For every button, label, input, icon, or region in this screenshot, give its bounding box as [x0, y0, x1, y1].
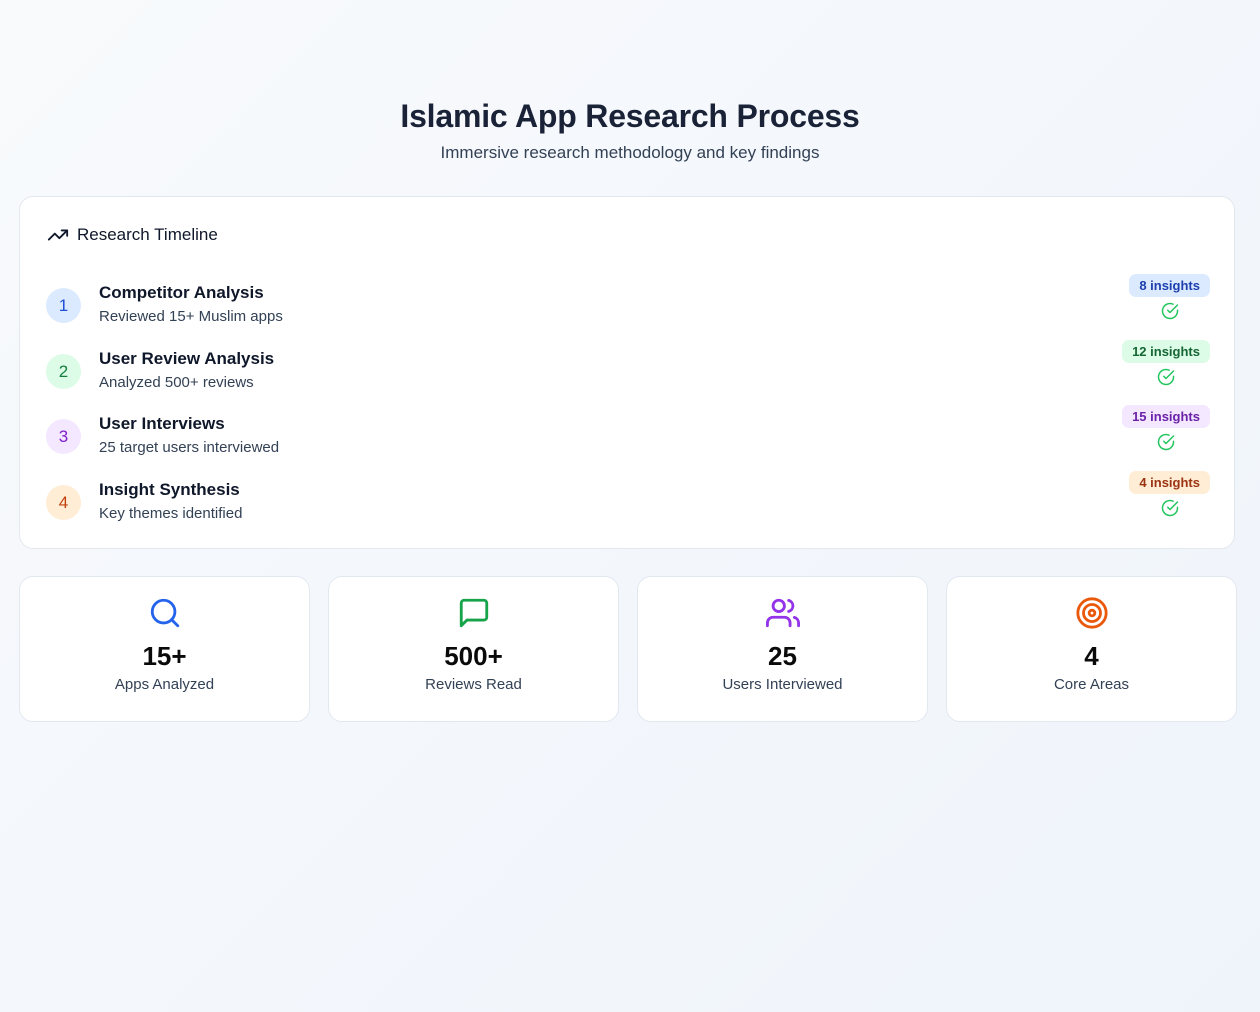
step-description: 25 target users interviewed — [99, 439, 280, 456]
timeline-step-competitor-analysis[interactable]: 1 Competitor Analysis Reviewed 15+ Musli… — [20, 274, 1236, 338]
step-description: Key themes identified — [99, 505, 243, 522]
users-icon — [765, 598, 800, 628]
timeline-step-user-interviews[interactable]: 3 User Interviews 25 target users interv… — [20, 405, 1236, 469]
page-header: Islamic App Research Process Immersive r… — [0, 96, 1260, 164]
timeline-step-user-review-analysis[interactable]: 2 User Review Analysis Analyzed 500+ rev… — [20, 340, 1236, 404]
page: Islamic App Research Process Immersive r… — [0, 0, 1260, 1012]
check-circle-icon — [1161, 302, 1178, 320]
message-square-icon — [459, 598, 488, 628]
step-status: 4 insights — [1129, 471, 1210, 517]
insights-badge: 8 insights — [1129, 274, 1210, 297]
step-title: Competitor Analysis — [99, 283, 264, 302]
step-number: 4 — [46, 485, 81, 520]
step-status: 15 insights — [1122, 405, 1210, 451]
stat-label: Core Areas — [1053, 676, 1130, 693]
stat-card-users-interviewed[interactable]: 25 Users Interviewed — [637, 576, 928, 722]
step-number: 2 — [46, 354, 81, 389]
insights-badge: 4 insights — [1129, 471, 1210, 494]
target-icon — [1075, 597, 1108, 629]
stats-grid: 15+ Apps Analyzed 500+ Reviews Read 25 U… — [19, 576, 1237, 722]
step-title: Insight Synthesis — [99, 480, 240, 499]
stat-value: 15+ — [142, 641, 187, 671]
insights-badge: 12 insights — [1122, 340, 1210, 363]
step-title: User Interviews — [99, 414, 225, 433]
timeline-step-insight-synthesis[interactable]: 4 Insight Synthesis Key themes identifie… — [20, 471, 1236, 535]
stat-card-reviews-read[interactable]: 500+ Reviews Read — [328, 576, 619, 722]
search-icon — [150, 598, 179, 628]
stat-label: Users Interviewed — [722, 676, 843, 693]
stat-value: 25 — [768, 641, 797, 671]
timeline-title: Research Timeline — [77, 225, 218, 244]
stat-value: 500+ — [444, 641, 503, 671]
step-description: Analyzed 500+ reviews — [99, 374, 254, 391]
stat-card-core-areas[interactable]: 4 Core Areas — [946, 576, 1237, 722]
stat-label: Reviews Read — [425, 676, 522, 693]
page-title: Islamic App Research Process — [400, 98, 860, 134]
research-timeline-card: Research Timeline 1 Competitor Analysis … — [19, 196, 1235, 549]
check-circle-icon — [1157, 433, 1175, 451]
step-number: 1 — [46, 288, 81, 323]
insights-badge: 15 insights — [1122, 405, 1210, 428]
trending-up-icon — [47, 229, 69, 241]
stat-label: Apps Analyzed — [114, 676, 215, 693]
stat-card-apps-analyzed[interactable]: 15+ Apps Analyzed — [19, 576, 310, 722]
check-circle-icon — [1161, 499, 1178, 517]
step-number: 3 — [46, 419, 81, 454]
check-circle-icon — [1157, 368, 1175, 386]
stat-value: 4 — [1084, 641, 1099, 671]
timeline-header: Research Timeline — [47, 223, 218, 247]
step-status: 12 insights — [1122, 340, 1210, 386]
step-description: Reviewed 15+ Muslim apps — [99, 308, 283, 325]
step-title: User Review Analysis — [99, 349, 275, 368]
page-subtitle: Immersive research methodology and key f… — [440, 143, 820, 162]
step-status: 8 insights — [1129, 274, 1210, 320]
